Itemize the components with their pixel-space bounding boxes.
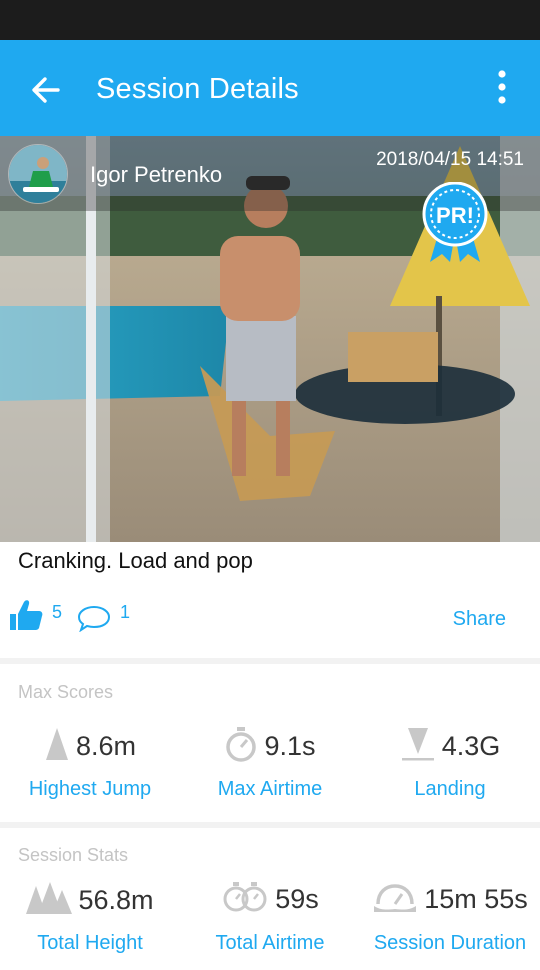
comment-count: 1 [120, 602, 131, 622]
stat-label: Highest Jump [28, 778, 152, 800]
landing-icon [400, 726, 436, 767]
pr-badge: PR! [420, 181, 490, 264]
duration-icon [372, 880, 418, 919]
stat-max-airtime: 9.1s Max Airtime [180, 726, 360, 816]
stat-label: Total Height [37, 932, 143, 954]
stat-label: Total Airtime [215, 932, 325, 954]
status-bar [0, 0, 540, 40]
app-bar: Session Details [0, 40, 540, 136]
stat-value: 8.6m [75, 731, 137, 761]
username[interactable]: Igor Petrenko [90, 161, 222, 189]
pr-badge-text: PR! [436, 203, 474, 228]
stat-value: 59s [275, 884, 319, 914]
stat-value: 56.8m [78, 885, 154, 915]
stat-value: 9.1s [264, 731, 316, 761]
session-datetime: 2018/04/15 14:51 [376, 149, 524, 170]
stat-label: Landing [414, 778, 486, 800]
divider [0, 822, 540, 828]
stat-highest-jump: 8.6m Highest Jump [0, 726, 180, 816]
social-bar: 5 1 Share [0, 590, 540, 656]
stat-label: Session Duration [373, 932, 527, 954]
session-stats-label: Session Stats [18, 845, 129, 865]
comment-icon[interactable] [76, 604, 112, 633]
session-photo[interactable]: Igor Petrenko 2018/04/15 14:51 PR! [0, 136, 540, 542]
more-vertical-icon[interactable] [488, 66, 516, 110]
stat-value: 15m 55s [424, 884, 528, 914]
divider [0, 658, 540, 664]
post-caption: Cranking. Load and pop [18, 548, 253, 573]
arrow-left-icon[interactable] [26, 70, 66, 110]
total-height-icon [26, 880, 73, 921]
stat-session-duration: 15m 55s Session Duration [360, 880, 540, 970]
stat-value: 4.3G [441, 731, 501, 761]
max-scores-label: Max Scores [18, 682, 114, 702]
stopwatch-icon [224, 726, 258, 767]
page-title: Session Details [96, 73, 299, 105]
stat-label: Max Airtime [217, 778, 323, 800]
share-button[interactable]: Share [453, 608, 506, 631]
stat-total-airtime: 59s Total Airtime [180, 880, 360, 970]
like-count: 5 [52, 602, 63, 622]
stat-landing: 4.3G Landing [360, 726, 540, 816]
double-stopwatch-icon [221, 880, 269, 919]
stat-total-height: 56.8m Total Height [0, 880, 180, 970]
avatar[interactable] [8, 144, 68, 204]
jump-height-icon [44, 726, 70, 767]
thumbs-up-icon[interactable] [8, 598, 44, 632]
